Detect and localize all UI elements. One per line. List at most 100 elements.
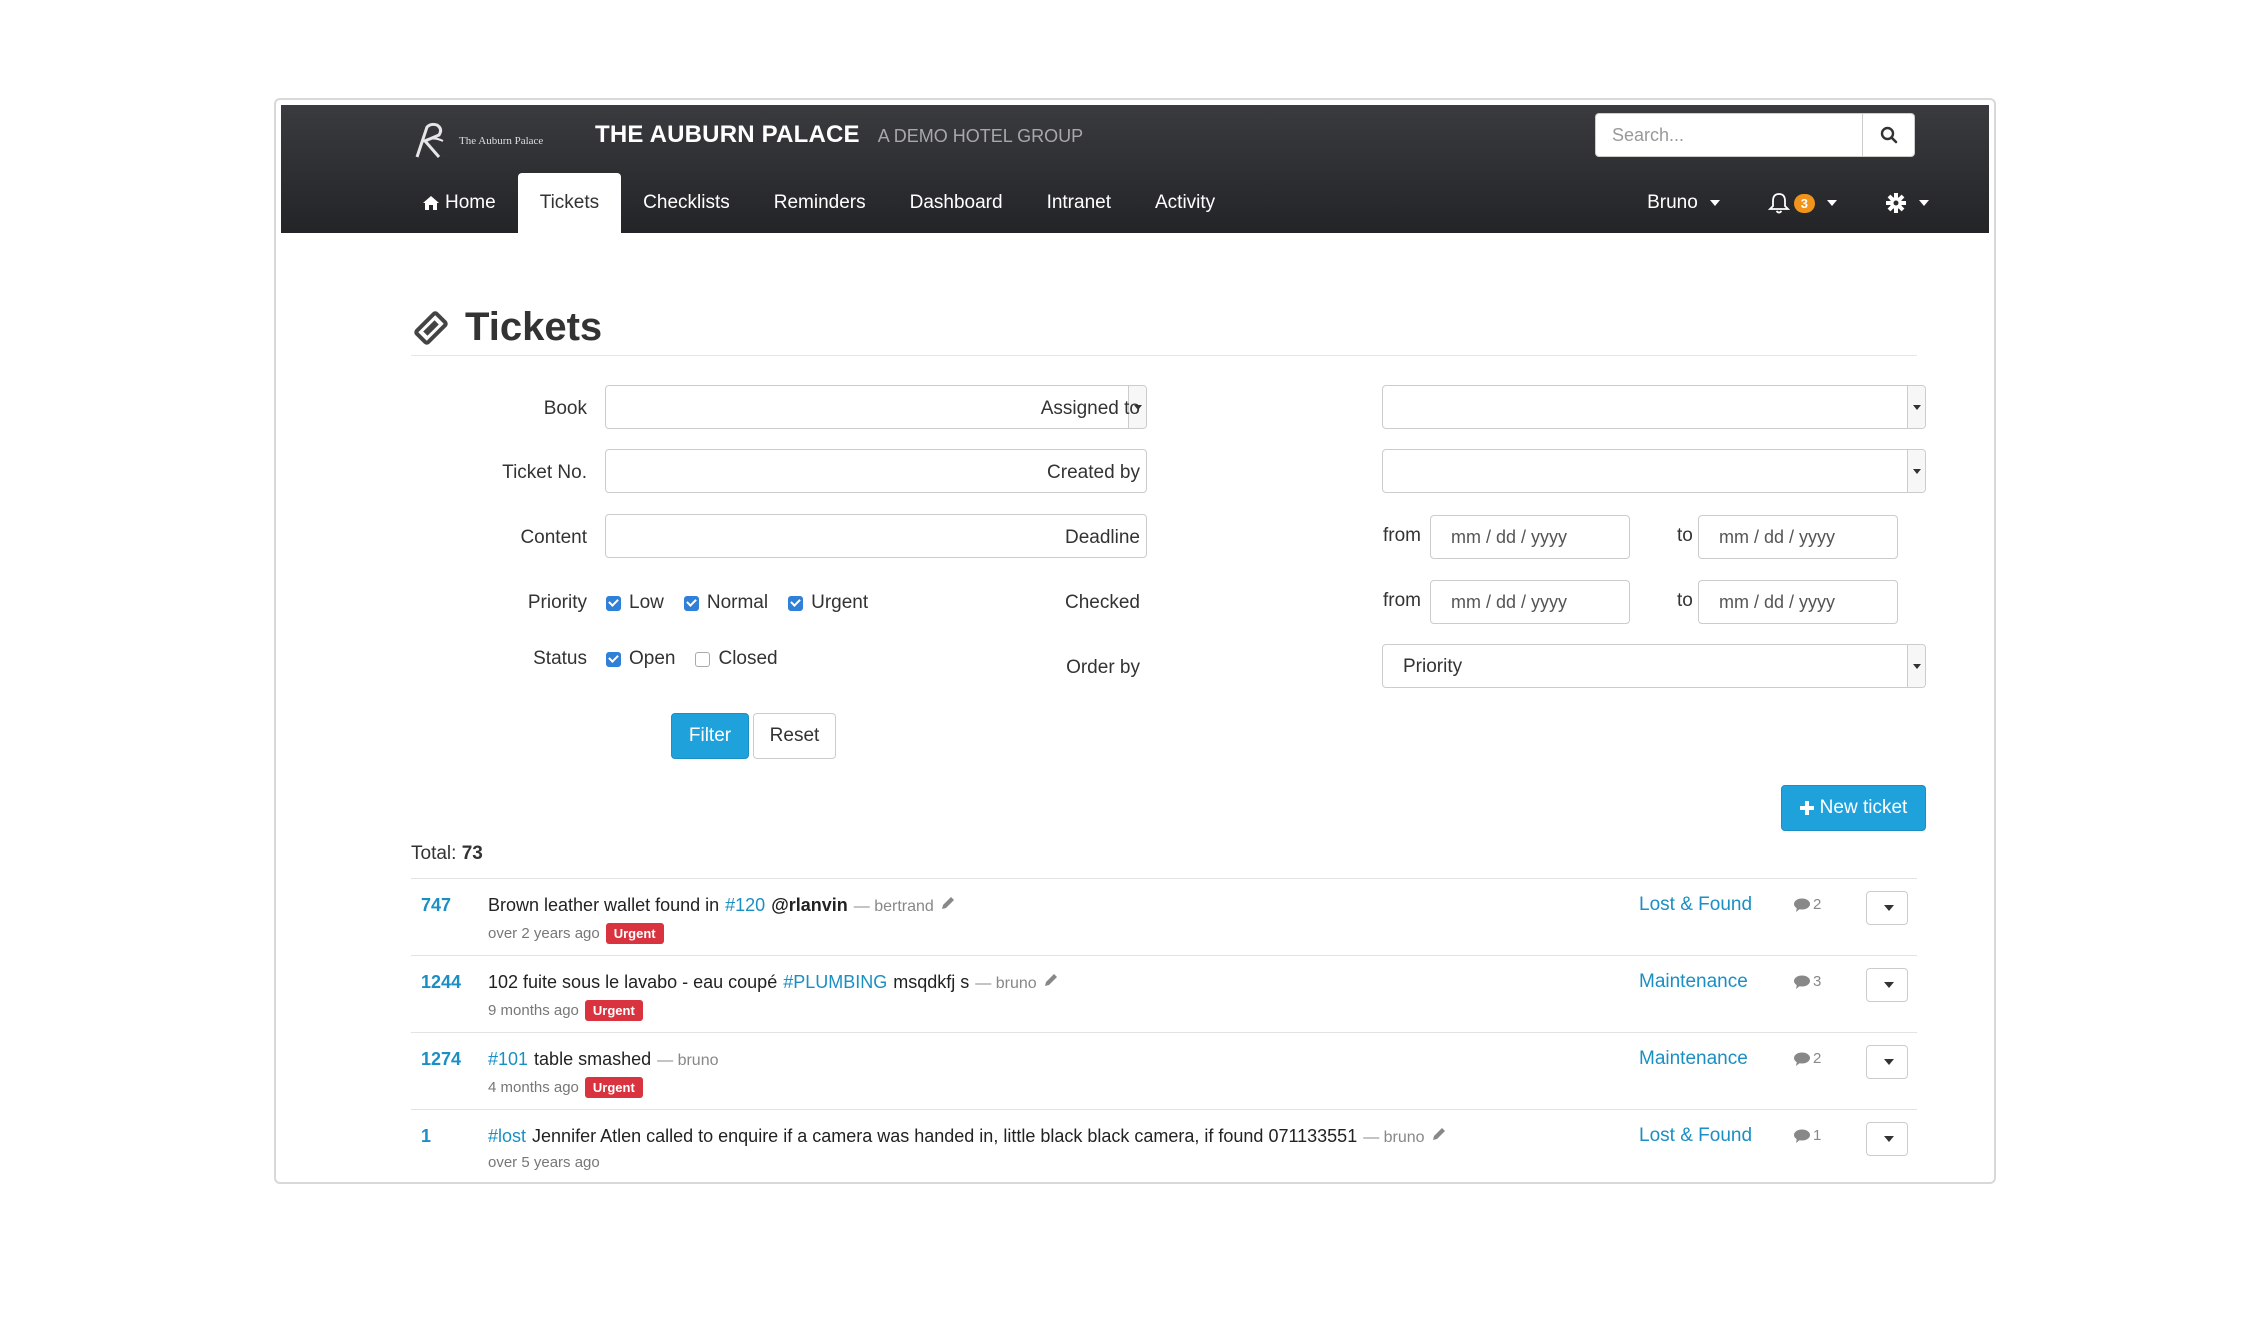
- row-actions-dropdown[interactable]: [1866, 1122, 1908, 1156]
- total-label: Total:: [411, 843, 457, 864]
- comment-count: 2: [1794, 1050, 1821, 1067]
- ticket-id-link[interactable]: 1274: [421, 1049, 461, 1070]
- deadline-label: Deadline: [1065, 527, 1140, 548]
- ticket-category-link[interactable]: Maintenance: [1639, 1048, 1748, 1070]
- ticket-no-label: Ticket No.: [502, 462, 587, 483]
- ticket-icon: [414, 310, 448, 345]
- checked-to-label: to: [1677, 590, 1693, 611]
- page-header: Tickets: [411, 300, 1917, 356]
- ticket-content: 102 fuite sous le lavabo - eau coupé #PL…: [488, 972, 1058, 993]
- ticket-tag-link[interactable]: #101: [488, 1049, 528, 1070]
- deadline-to-label: to: [1677, 525, 1693, 546]
- ticket-meta: 4 months ago Urgent: [488, 1077, 643, 1098]
- ticket-id-link[interactable]: 1244: [421, 972, 461, 993]
- deadline-from-label: from: [1383, 525, 1421, 546]
- ticket-category-link[interactable]: Lost & Found: [1639, 1125, 1752, 1147]
- nav-checklists-label: Checklists: [643, 192, 730, 213]
- main-nav: Home Tickets Checklists Reminders Dashbo…: [401, 173, 1237, 233]
- nav-tickets[interactable]: Tickets: [517, 173, 622, 233]
- pencil-icon[interactable]: [1043, 973, 1058, 988]
- comment-icon: [1794, 898, 1810, 912]
- status-open-checkbox[interactable]: [606, 651, 621, 667]
- priority-urgent-checkbox[interactable]: [788, 595, 804, 611]
- checked-from-label: from: [1383, 590, 1421, 611]
- status-closed-checkbox[interactable]: [695, 651, 711, 667]
- status-open[interactable]: Open: [606, 648, 675, 670]
- priority-low[interactable]: Low: [606, 592, 664, 614]
- deadline-from-wrap: [1430, 515, 1630, 559]
- priority-normal[interactable]: Normal: [683, 592, 768, 614]
- row-actions-dropdown[interactable]: [1866, 968, 1908, 1002]
- search-button[interactable]: [1863, 113, 1915, 157]
- assigned-to-label: Assigned to: [1040, 398, 1140, 419]
- nav-activity-label: Activity: [1155, 192, 1216, 213]
- plus-icon: [1799, 801, 1814, 815]
- chevron-down-icon: [1884, 982, 1894, 988]
- ticket-id-link[interactable]: 1: [421, 1126, 431, 1147]
- assigned-to-select[interactable]: [1382, 385, 1926, 429]
- status-label: Status: [533, 648, 587, 669]
- notification-count: 3: [1793, 193, 1815, 213]
- nav-checklists[interactable]: Checklists: [621, 173, 752, 233]
- logo-text: The Auburn Palace: [459, 135, 544, 147]
- search-input[interactable]: [1595, 113, 1863, 157]
- row-actions-dropdown[interactable]: [1866, 891, 1908, 925]
- nav-intranet[interactable]: Intranet: [1025, 173, 1133, 233]
- ticket-mention[interactable]: @rlanvin: [771, 895, 848, 916]
- priority-urgent-label: Urgent: [811, 592, 869, 613]
- logo[interactable]: The Auburn Palace: [413, 117, 543, 165]
- created-by-select[interactable]: [1382, 449, 1926, 493]
- ticket-category-link[interactable]: Lost & Found: [1639, 894, 1752, 916]
- priority-low-checkbox[interactable]: [606, 595, 621, 611]
- nav-home[interactable]: Home: [401, 173, 518, 233]
- reset-button[interactable]: Reset: [753, 713, 836, 759]
- gear-icon: [1886, 193, 1906, 213]
- checked-to-input[interactable]: [1699, 581, 1897, 623]
- status-options: Open Closed: [606, 648, 778, 670]
- ticket-content: #101 table smashed — bruno: [488, 1049, 719, 1070]
- status-closed-label: Closed: [718, 648, 778, 669]
- ticket-age: over 5 years ago: [488, 1154, 600, 1171]
- notifications-menu[interactable]: 3: [1767, 192, 1837, 214]
- ticket-tag-link[interactable]: #120: [725, 895, 765, 916]
- new-ticket-label: New ticket: [1819, 797, 1908, 818]
- chevron-down-icon: [1884, 1136, 1894, 1142]
- ticket-category-link[interactable]: Maintenance: [1639, 971, 1748, 993]
- comment-count: 2: [1794, 896, 1821, 913]
- chevron-down-icon: [1827, 200, 1837, 206]
- comment-count-value: 1: [1813, 1127, 1822, 1144]
- new-ticket-button[interactable]: New ticket: [1781, 785, 1926, 831]
- priority-normal-checkbox[interactable]: [683, 595, 699, 611]
- user-menu[interactable]: Bruno: [1647, 192, 1720, 214]
- nav-reminders-label: Reminders: [773, 192, 866, 213]
- chevron-down-icon: [1709, 200, 1720, 206]
- pencil-icon[interactable]: [940, 896, 955, 911]
- deadline-to-input[interactable]: [1699, 516, 1897, 558]
- ticket-id-link[interactable]: 747: [421, 895, 451, 916]
- table-row: 1 #lost Jennifer Atlen called to enquire…: [411, 1109, 1917, 1178]
- pencil-icon[interactable]: [1431, 1127, 1446, 1142]
- table-row: 1274 #101 table smashed — bruno 4 months…: [411, 1032, 1917, 1109]
- status-closed[interactable]: Closed: [695, 648, 778, 670]
- row-actions-dropdown[interactable]: [1866, 1045, 1908, 1079]
- nav-dashboard[interactable]: Dashboard: [888, 173, 1025, 233]
- deadline-from-input[interactable]: [1431, 516, 1629, 558]
- page-title: Tickets: [465, 305, 603, 349]
- ticket-tag-link[interactable]: #PLUMBING: [783, 972, 887, 993]
- nav-reminders[interactable]: Reminders: [752, 173, 888, 233]
- ticket-text-after: msqdkfj s: [893, 972, 970, 992]
- priority-label: Priority: [527, 592, 587, 613]
- content-label: Content: [520, 527, 587, 548]
- priority-urgent[interactable]: Urgent: [788, 592, 868, 614]
- search-box: [1595, 113, 1915, 157]
- ticket-meta: over 2 years ago Urgent: [488, 923, 664, 944]
- order-by-select[interactable]: Priority: [1382, 644, 1926, 688]
- app: The Auburn Palace THE AUBURN PALACE A DE…: [281, 105, 1989, 1178]
- ticket-tag-link[interactable]: #lost: [488, 1126, 526, 1147]
- ticket-text-after: table smashed: [534, 1049, 652, 1069]
- checked-from-input[interactable]: [1431, 581, 1629, 623]
- filter-button[interactable]: Filter: [671, 713, 749, 759]
- nav-activity[interactable]: Activity: [1133, 173, 1237, 233]
- settings-menu[interactable]: [1885, 192, 1929, 214]
- chevron-down-icon: [1884, 1059, 1894, 1065]
